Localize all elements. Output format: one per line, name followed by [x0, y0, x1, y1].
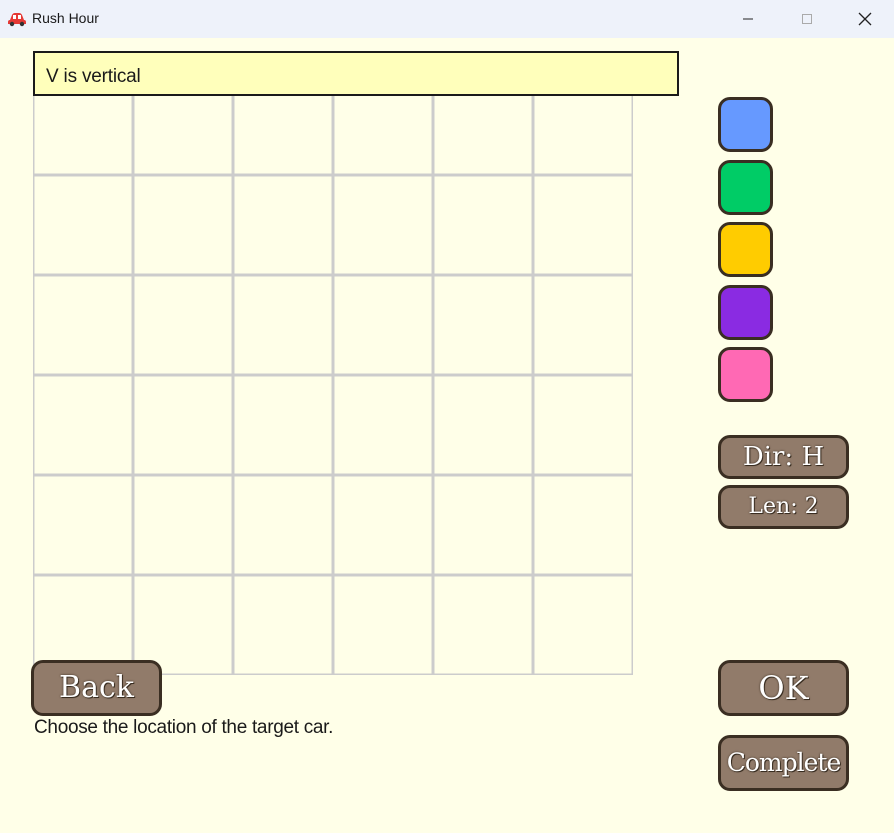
color-swatch-purple[interactable]	[718, 285, 773, 340]
message-bar: V is vertical	[33, 51, 679, 96]
board-cell[interactable]	[132, 374, 234, 476]
close-icon[interactable]	[836, 0, 894, 38]
board-cell[interactable]	[532, 574, 633, 675]
length-toggle-button[interactable]: Len: 2	[718, 485, 849, 529]
board-cell[interactable]	[132, 174, 234, 276]
board-cell[interactable]	[232, 274, 334, 376]
direction-toggle-button[interactable]: Dir: H	[718, 435, 849, 479]
board-cell[interactable]	[232, 174, 334, 276]
title-bar: Rush Hour	[0, 0, 894, 38]
back-button[interactable]: Back	[31, 660, 162, 716]
color-swatch-blue[interactable]	[718, 97, 773, 152]
board-cell[interactable]	[432, 174, 534, 276]
board-cell[interactable]	[532, 374, 633, 476]
board-cell[interactable]	[33, 174, 134, 276]
board-cell[interactable]	[432, 274, 534, 376]
color-swatch-pink[interactable]	[718, 347, 773, 402]
board-cell[interactable]	[332, 574, 434, 675]
color-swatch-green[interactable]	[718, 160, 773, 215]
board-cell[interactable]	[432, 474, 534, 576]
ok-button[interactable]: OK	[718, 660, 849, 716]
instruction-text: Choose the location of the target car.	[34, 717, 334, 738]
board-cell[interactable]	[332, 274, 434, 376]
board-cell[interactable]	[532, 474, 633, 576]
board-cell[interactable]	[33, 474, 134, 576]
complete-button[interactable]: Complete	[718, 735, 849, 791]
board-cell[interactable]	[33, 274, 134, 376]
board-cell[interactable]	[132, 274, 234, 376]
board-cell[interactable]	[132, 474, 234, 576]
board-cell[interactable]	[432, 574, 534, 675]
board-cell[interactable]	[532, 174, 633, 276]
board-cell[interactable]	[232, 474, 334, 576]
board-cell[interactable]	[532, 274, 633, 376]
maximize-icon[interactable]	[778, 0, 836, 38]
board-cell[interactable]	[432, 374, 534, 476]
board-cell[interactable]	[332, 474, 434, 576]
board-cell[interactable]	[332, 174, 434, 276]
minimize-icon[interactable]	[719, 0, 777, 38]
board-cell[interactable]	[332, 374, 434, 476]
window-title: Rush Hour	[32, 10, 99, 26]
game-board[interactable]	[33, 75, 633, 675]
board-cell[interactable]	[33, 374, 134, 476]
board-cell[interactable]	[232, 374, 334, 476]
message-text: V is vertical	[46, 66, 141, 87]
board-cell[interactable]	[232, 574, 334, 675]
color-swatch-yellow[interactable]	[718, 222, 773, 277]
red-car-icon	[7, 11, 27, 27]
